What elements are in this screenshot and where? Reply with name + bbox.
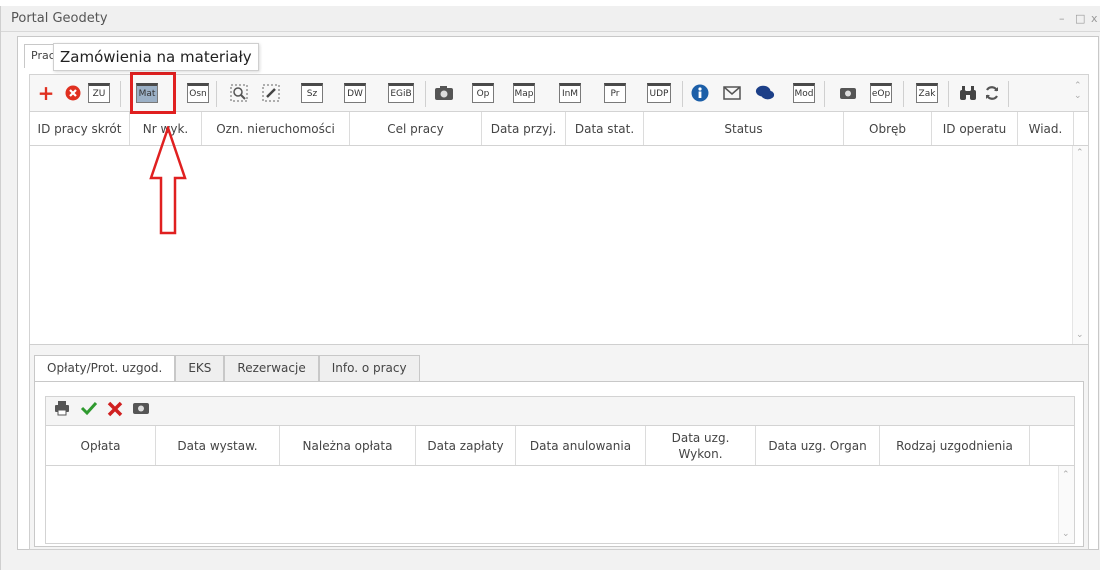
details-panel: Opłaty/Prot. uzgod. EKS Rezerwacje Info.… — [29, 344, 1089, 550]
envelope-icon[interactable] — [722, 81, 742, 105]
pr-button[interactable]: Pr — [604, 83, 626, 103]
binoculars-icon[interactable] — [958, 81, 978, 105]
col-cel-pracy[interactable]: Cel pracy — [350, 112, 482, 145]
udp-button[interactable]: UDP — [647, 83, 671, 103]
map-button[interactable]: Map — [513, 83, 535, 103]
check-icon[interactable] — [80, 400, 98, 421]
toolbar-separator — [903, 81, 904, 107]
plus-icon[interactable]: + — [36, 81, 56, 105]
toolbar-separator — [216, 81, 217, 107]
col-status[interactable]: Status — [644, 112, 844, 145]
chat-bubbles-icon[interactable] — [755, 81, 775, 105]
main-grid-scrollbar[interactable]: ⌃ ⌄ — [1072, 146, 1088, 344]
window-title: Portal Geodety — [11, 11, 108, 26]
scroll-up-icon[interactable]: ⌃ — [1076, 148, 1084, 158]
tooltip: Zamówienia na materiały — [53, 43, 259, 71]
delete-x-icon[interactable] — [106, 400, 124, 423]
main-toolbar: + ZU Mat Osn Sz DW EGiB Op Map InM Pr UD… — [29, 74, 1089, 112]
main-grid-body[interactable]: ⌃ ⌄ — [29, 146, 1089, 344]
details-toolbar — [45, 396, 1075, 426]
cancel-circle-icon[interactable] — [63, 81, 83, 105]
eop-button[interactable]: eOp — [870, 83, 892, 103]
inm-button[interactable]: InM — [559, 83, 581, 103]
red-arrow-annotation — [149, 126, 187, 235]
tab-eks[interactable]: EKS — [175, 355, 225, 381]
egib-button[interactable]: EGiB — [388, 83, 414, 103]
sz-button[interactable]: Sz — [301, 83, 323, 103]
details-content: Opłata Data wystaw. Należna opłata Data … — [34, 381, 1084, 547]
camera-icon[interactable] — [132, 400, 150, 420]
info-icon[interactable] — [690, 81, 710, 105]
osn-button[interactable]: Osn — [187, 83, 209, 103]
minimize-button[interactable]: – — [1059, 12, 1065, 25]
refresh-icon[interactable] — [982, 81, 1002, 105]
close-button[interactable]: x — [1091, 12, 1098, 25]
col-ozn-nieruchomosci[interactable]: Ozn. nieruchomości — [202, 112, 350, 145]
col-id-operatu[interactable]: ID operatu — [932, 112, 1018, 145]
col-nalezna-oplata[interactable]: Należna opłata — [280, 426, 416, 465]
fees-grid-header: Opłata Data wystaw. Należna opłata Data … — [45, 426, 1075, 466]
zak-button[interactable]: Zak — [916, 83, 938, 103]
dw-button[interactable]: DW — [344, 83, 366, 103]
edit-select-icon[interactable] — [261, 81, 281, 105]
toolbar-separator — [948, 81, 949, 107]
print-icon[interactable] — [54, 400, 70, 421]
col-oplata[interactable]: Opłata — [46, 426, 156, 465]
fees-grid-body[interactable]: ⌃ ⌄ — [45, 466, 1075, 544]
zu-button[interactable]: ZU — [88, 83, 110, 103]
col-data-anulowania[interactable]: Data anulowania — [516, 426, 646, 465]
toolbar-separator — [1008, 81, 1009, 107]
scroll-down-icon[interactable]: ⌄ — [1076, 330, 1084, 340]
col-data-stat[interactable]: Data stat. — [566, 112, 644, 145]
tab-rezerwacje[interactable]: Rezerwacje — [224, 355, 319, 381]
details-tabs: Opłaty/Prot. uzgod. EKS Rezerwacje Info.… — [34, 355, 420, 381]
mat-button-highlight — [130, 72, 176, 114]
col-data-przyj[interactable]: Data przyj. — [482, 112, 566, 145]
col-data-uzg-organ[interactable]: Data uzg. Organ — [756, 426, 880, 465]
main-grid-header: ID pracy skrót Nr wyk. Ozn. nieruchomośc… — [29, 112, 1089, 146]
col-data-zaplaty[interactable]: Data zapłaty — [416, 426, 516, 465]
col-data-wystaw[interactable]: Data wystaw. — [156, 426, 280, 465]
scroll-up-icon[interactable]: ⌃ — [1062, 470, 1070, 480]
col-rodzaj-uzgodnienia[interactable]: Rodzaj uzgodnienia — [880, 426, 1030, 465]
camera-icon[interactable] — [838, 81, 858, 105]
col-data-uzg-wykon[interactable]: Data uzg. Wykon. — [646, 426, 756, 465]
toolbar-scroll[interactable]: ⌃ ⌄ — [1074, 79, 1082, 103]
col-id-pracy[interactable]: ID pracy skrót — [30, 112, 130, 145]
tab-oplaty[interactable]: Opłaty/Prot. uzgod. — [34, 355, 176, 381]
scroll-down-icon[interactable]: ⌄ — [1062, 529, 1070, 539]
col-wiad[interactable]: Wiad. — [1018, 112, 1074, 145]
mod-button[interactable]: Mod — [793, 83, 815, 103]
toolbar-separator — [824, 81, 825, 107]
col-obreb[interactable]: Obręb — [844, 112, 932, 145]
zoom-select-icon[interactable] — [229, 81, 249, 105]
maximize-button[interactable]: □ — [1075, 12, 1085, 25]
toolbar-separator — [120, 81, 121, 107]
toolbar-separator — [682, 81, 683, 107]
titlebar: Portal Geodety – □ x — [1, 6, 1100, 32]
toolbar-separator — [425, 81, 426, 107]
camera-icon[interactable] — [434, 81, 454, 105]
fees-grid-scrollbar[interactable]: ⌃ ⌄ — [1058, 466, 1074, 543]
tab-info-o-pracy[interactable]: Info. o pracy — [318, 355, 420, 381]
op-button[interactable]: Op — [472, 83, 494, 103]
